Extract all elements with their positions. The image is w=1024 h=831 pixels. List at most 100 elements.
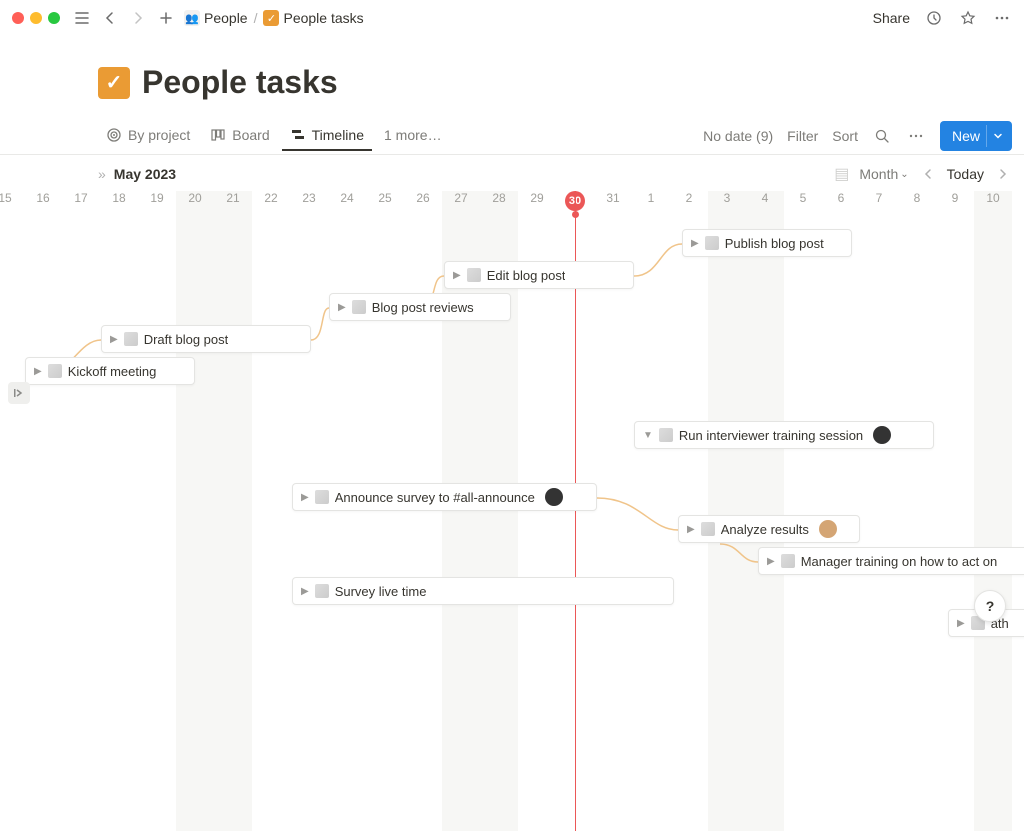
view-tab-more[interactable]: 1 more… — [376, 121, 450, 151]
disclosure-triangle-icon[interactable]: ▶ — [34, 366, 42, 377]
more-icon[interactable] — [992, 8, 1012, 28]
expand-sidebar-button[interactable] — [8, 382, 30, 404]
task-label: Run interviewer training session — [679, 428, 863, 443]
date-cell: 4 — [762, 191, 769, 205]
task-label: Survey live time — [335, 584, 427, 599]
disclosure-triangle-icon[interactable]: ▶ — [691, 238, 699, 249]
assignee-avatar[interactable] — [545, 488, 563, 506]
favorite-icon[interactable] — [958, 8, 978, 28]
view-tab-label: By project — [128, 127, 190, 143]
prev-period-icon[interactable] — [919, 165, 937, 183]
nav-forward-icon[interactable] — [128, 8, 148, 28]
disclosure-triangle-icon[interactable]: ▶ — [338, 302, 346, 313]
task-card-survey[interactable]: ▶ Survey live time — [292, 577, 674, 605]
view-tab-more-label: 1 more… — [384, 127, 442, 143]
page-icon — [315, 490, 329, 504]
no-date-button[interactable]: No date (9) — [703, 128, 773, 144]
nav-back-icon[interactable] — [100, 8, 120, 28]
scale-selector[interactable]: Month ⌄ — [859, 166, 908, 182]
fullscreen-window-dot[interactable] — [48, 12, 60, 24]
date-cell: 21 — [226, 191, 239, 205]
page-icon — [701, 522, 715, 536]
next-period-icon[interactable] — [994, 165, 1012, 183]
scale-label: Month — [859, 166, 898, 182]
task-card-announce[interactable]: ▶ Announce survey to #all-announce — [292, 483, 597, 511]
task-card-manager[interactable]: ▶ Manager training on how to act on — [758, 547, 1024, 575]
page-icon — [781, 554, 795, 568]
task-label: Announce survey to #all-announce — [335, 490, 535, 505]
disclosure-triangle-icon[interactable]: ▶ — [957, 618, 965, 629]
sidebar-toggle-icon[interactable] — [72, 8, 92, 28]
chevron-down-icon: ⌄ — [900, 169, 908, 180]
view-tab-board[interactable]: Board — [202, 121, 277, 151]
page-header: ✓ People tasks — [0, 36, 1024, 101]
disclosure-triangle-icon[interactable]: ▼ — [643, 430, 653, 441]
disclosure-triangle-icon[interactable]: ▶ — [301, 492, 309, 503]
date-cell: 5 — [800, 191, 807, 205]
page-title[interactable]: People tasks — [142, 64, 338, 101]
task-card-publish[interactable]: ▶ Publish blog post — [682, 229, 852, 257]
task-label: Publish blog post — [725, 236, 824, 251]
breadcrumb-current-label: People tasks — [283, 10, 363, 26]
date-cell: 23 — [302, 191, 315, 205]
date-cell: 3 — [724, 191, 731, 205]
date-cell: 20 — [188, 191, 201, 205]
breadcrumb-parent-label: People — [204, 10, 248, 26]
filter-button[interactable]: Filter — [787, 128, 818, 144]
close-window-dot[interactable] — [12, 12, 24, 24]
task-label: Manager training on how to act on — [801, 554, 998, 569]
topbar: 👥 People / ✓ People tasks Share — [0, 0, 1024, 36]
board-icon — [210, 127, 226, 143]
breadcrumb: 👥 People / ✓ People tasks — [184, 10, 364, 26]
date-cell: 1 — [648, 191, 655, 205]
help-button[interactable]: ? — [974, 590, 1006, 622]
breadcrumb-parent[interactable]: 👥 People — [184, 10, 248, 26]
new-button[interactable]: New — [940, 121, 1012, 151]
date-cell: 28 — [492, 191, 505, 205]
new-page-icon[interactable] — [156, 8, 176, 28]
task-card-interview[interactable]: ▼ Run interviewer training session — [634, 421, 934, 449]
timeline-controls: » May 2023 ▤ Month ⌄ Today — [0, 155, 1024, 191]
people-icon: 👥 — [184, 10, 200, 26]
assignee-avatar[interactable] — [819, 520, 837, 538]
task-card-edit[interactable]: ▶Edit blog post — [444, 261, 634, 289]
view-tab-by-project[interactable]: By project — [98, 121, 198, 151]
view-tab-label: Timeline — [312, 127, 364, 143]
date-cell: 17 — [74, 191, 87, 205]
search-icon[interactable] — [872, 126, 892, 146]
calendar-icon[interactable]: ▤ — [834, 164, 849, 184]
view-options-icon[interactable] — [906, 126, 926, 146]
task-label: Blog post reviews — [372, 300, 474, 315]
page-icon[interactable]: ✓ — [98, 67, 130, 99]
chevron-down-icon[interactable] — [986, 125, 1008, 147]
date-cell: 27 — [454, 191, 467, 205]
timeline: 1516171819202122232425262728293031123456… — [0, 191, 1024, 675]
task-card-reviews[interactable]: ▶ Blog post reviews — [329, 293, 511, 321]
page-icon — [124, 332, 138, 346]
date-cell: 29 — [530, 191, 543, 205]
assignee-avatar[interactable] — [873, 426, 891, 444]
task-card-draft[interactable]: ▶Draft blog post — [101, 325, 311, 353]
task-card-kickoff[interactable]: ▶Kickoff meeting — [25, 357, 195, 385]
view-tab-timeline[interactable]: Timeline — [282, 121, 372, 151]
date-cell: 25 — [378, 191, 391, 205]
timeline-canvas[interactable]: ▶Kickoff meeting▶Draft blog post▶Blog po… — [0, 215, 1024, 675]
expand-dates-icon[interactable]: » — [98, 166, 106, 182]
disclosure-triangle-icon[interactable]: ▶ — [110, 334, 118, 345]
updates-icon[interactable] — [924, 8, 944, 28]
disclosure-triangle-icon[interactable]: ▶ — [301, 586, 309, 597]
minimize-window-dot[interactable] — [30, 12, 42, 24]
date-cell: 6 — [838, 191, 845, 205]
timeline-icon — [290, 127, 306, 143]
task-label: Analyze results — [721, 522, 809, 537]
new-button-label: New — [952, 128, 980, 144]
sort-button[interactable]: Sort — [832, 128, 858, 144]
disclosure-triangle-icon[interactable]: ▶ — [453, 270, 461, 281]
today-button[interactable]: Today — [947, 166, 984, 182]
disclosure-triangle-icon[interactable]: ▶ — [767, 556, 775, 567]
disclosure-triangle-icon[interactable]: ▶ — [687, 524, 695, 535]
share-button[interactable]: Share — [873, 10, 910, 26]
breadcrumb-current[interactable]: ✓ People tasks — [263, 10, 363, 26]
task-card-analyze[interactable]: ▶ Analyze results — [678, 515, 860, 543]
views-right: No date (9) Filter Sort New — [703, 121, 1012, 151]
